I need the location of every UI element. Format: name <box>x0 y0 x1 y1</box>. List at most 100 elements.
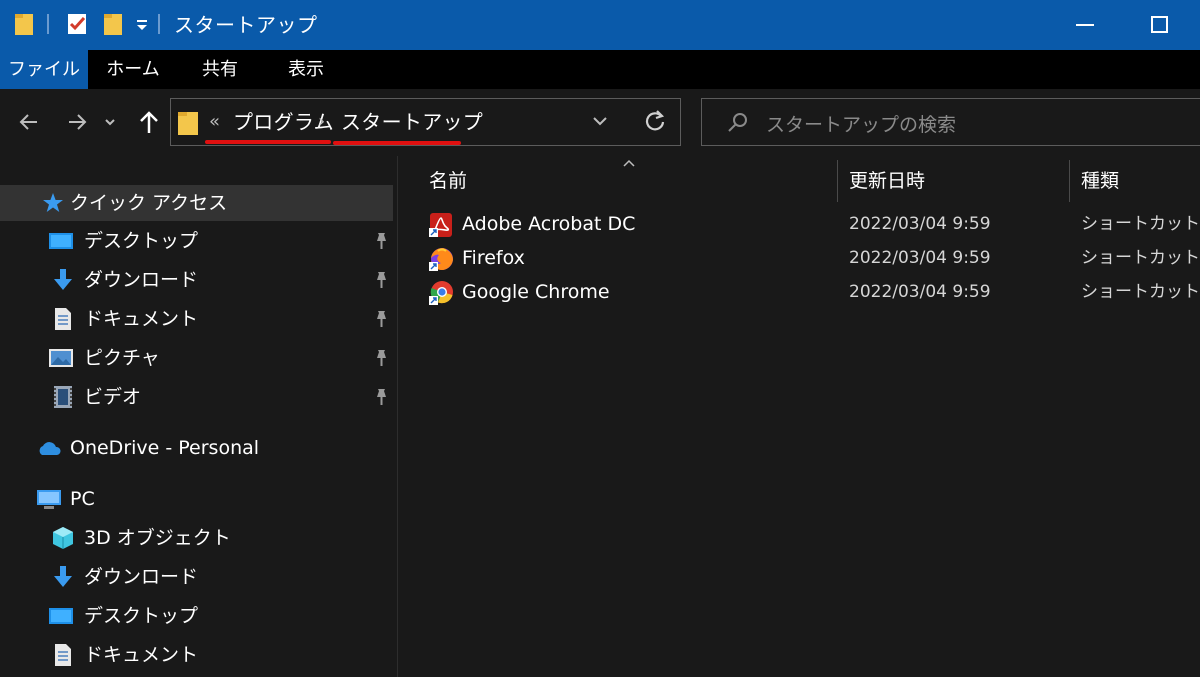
pin-icon[interactable] <box>372 270 390 290</box>
file-row[interactable]: Firefox 2022/03/04 9:59 ショートカット <box>398 241 1200 275</box>
download-icon <box>54 566 72 587</box>
tab-view[interactable]: 表示 <box>276 50 336 89</box>
acrobat-icon <box>429 213 452 237</box>
file-type: ショートカット <box>1081 214 1200 234</box>
pc-icon <box>37 490 61 509</box>
nav-item-desktop[interactable]: デスクトップ <box>0 598 393 634</box>
search-icon <box>728 113 747 132</box>
file-list: 名前 更新日時 種類 Adobe Acrobat DC 2022/03/04 9… <box>398 156 1200 677</box>
folder-icon <box>15 14 33 35</box>
nav-item-quick-access[interactable]: クイック アクセス <box>0 185 393 221</box>
nav-item-pc[interactable]: PC <box>0 481 393 517</box>
column-header-name[interactable]: 名前 <box>429 168 467 194</box>
search-box[interactable]: スタートアップの検索 <box>701 98 1200 146</box>
firefox-icon <box>429 248 453 271</box>
pin-icon[interactable] <box>372 309 390 329</box>
file-modified: 2022/03/04 9:59 <box>849 282 991 302</box>
video-icon <box>54 386 72 408</box>
column-divider[interactable] <box>1069 160 1070 202</box>
address-bar[interactable]: « プログラム › スタートアップ <box>170 98 681 146</box>
file-row[interactable]: Google Chrome 2022/03/04 9:59 ショートカット <box>398 275 1200 309</box>
title-bar: スタートアップ <box>0 0 1200 50</box>
sort-ascending-icon <box>623 159 635 167</box>
file-modified: 2022/03/04 9:59 <box>849 248 991 268</box>
nav-label: ドキュメント <box>84 644 199 666</box>
arrow-up-icon <box>140 111 158 133</box>
properties-icon[interactable] <box>66 12 90 36</box>
recent-locations-button[interactable] <box>100 107 120 137</box>
breadcrumb-separator[interactable]: › <box>318 111 325 132</box>
refresh-icon <box>645 110 665 131</box>
star-icon <box>43 193 63 212</box>
file-row[interactable]: Adobe Acrobat DC 2022/03/04 9:59 ショートカット <box>398 207 1200 241</box>
file-name: Firefox <box>462 247 525 269</box>
file-name: Adobe Acrobat DC <box>462 213 636 235</box>
nav-label: ドキュメント <box>84 308 199 330</box>
chevron-down-icon <box>593 117 607 126</box>
nav-label: デスクトップ <box>84 605 199 627</box>
file-modified: 2022/03/04 9:59 <box>849 214 991 234</box>
address-history-button[interactable] <box>591 109 609 138</box>
breadcrumb-startup[interactable]: スタートアップ <box>341 108 483 136</box>
nav-item-onedrive[interactable]: OneDrive - Personal <box>0 430 393 466</box>
customize-toolbar-icon[interactable] <box>135 18 149 32</box>
pin-icon[interactable] <box>372 348 390 368</box>
nav-item-3d-objects[interactable]: 3D オブジェクト <box>0 520 393 556</box>
column-header-modified[interactable]: 更新日時 <box>849 168 925 194</box>
nav-label: OneDrive - Personal <box>70 437 260 459</box>
breadcrumb-overflow[interactable]: « <box>209 111 220 132</box>
new-folder-icon[interactable] <box>103 12 123 36</box>
pin-icon[interactable] <box>372 387 390 407</box>
nav-label: 3D オブジェクト <box>84 527 231 549</box>
back-button[interactable] <box>14 107 44 137</box>
minimize-button[interactable] <box>1076 24 1094 26</box>
3d-objects-icon <box>53 527 73 549</box>
maximize-button[interactable] <box>1151 16 1168 33</box>
download-icon <box>54 269 72 290</box>
highlight-underline <box>333 141 461 145</box>
window-title: スタートアップ <box>174 13 318 37</box>
nav-label: ピクチャ <box>84 347 160 369</box>
arrow-left-icon <box>19 114 37 130</box>
desktop-icon <box>49 608 73 624</box>
file-name: Google Chrome <box>462 281 610 303</box>
arrow-right-icon <box>69 114 87 130</box>
refresh-button[interactable] <box>644 108 666 140</box>
address-toolbar: « プログラム › スタートアップ スタートアップの検索 <box>0 89 1200 156</box>
highlight-underline <box>205 140 331 144</box>
nav-item-documents[interactable]: ドキュメント <box>0 637 393 673</box>
nav-item-videos[interactable]: ビデオ <box>0 379 393 415</box>
divider <box>47 14 49 34</box>
search-input[interactable]: スタートアップの検索 <box>766 110 956 137</box>
ribbon-tabs: ファイル ホーム 共有 表示 <box>0 50 1200 89</box>
chevron-down-icon <box>105 119 115 126</box>
nav-item-downloads[interactable]: ダウンロード <box>0 262 393 298</box>
file-type: ショートカット <box>1081 248 1200 268</box>
divider <box>158 14 160 34</box>
nav-label: PC <box>70 488 95 510</box>
file-type: ショートカット <box>1081 282 1200 302</box>
nav-item-downloads[interactable]: ダウンロード <box>0 559 393 595</box>
onedrive-icon <box>39 442 61 455</box>
nav-item-documents[interactable]: ドキュメント <box>0 301 393 337</box>
column-divider[interactable] <box>837 160 838 202</box>
folder-icon <box>178 112 198 135</box>
nav-label: クイック アクセス <box>70 192 228 214</box>
chrome-icon <box>429 281 453 305</box>
column-header-type[interactable]: 種類 <box>1081 168 1119 194</box>
nav-item-pictures[interactable]: ピクチャ <box>0 340 393 376</box>
up-button[interactable] <box>134 107 164 137</box>
nav-label: ダウンロード <box>84 269 199 291</box>
desktop-icon <box>49 233 73 249</box>
nav-item-desktop[interactable]: デスクトップ <box>0 223 393 259</box>
document-icon <box>55 644 71 666</box>
tab-home[interactable]: ホーム <box>98 50 168 89</box>
tab-file[interactable]: ファイル <box>0 50 88 89</box>
pictures-icon <box>49 349 73 367</box>
navigation-pane: クイック アクセス デスクトップ ダウンロード ドキュメント ピクチャ ビデオ … <box>0 156 398 677</box>
document-icon <box>55 308 71 330</box>
forward-button[interactable] <box>62 107 92 137</box>
nav-label: ダウンロード <box>84 566 199 588</box>
tab-share[interactable]: 共有 <box>190 50 250 89</box>
pin-icon[interactable] <box>372 231 390 251</box>
